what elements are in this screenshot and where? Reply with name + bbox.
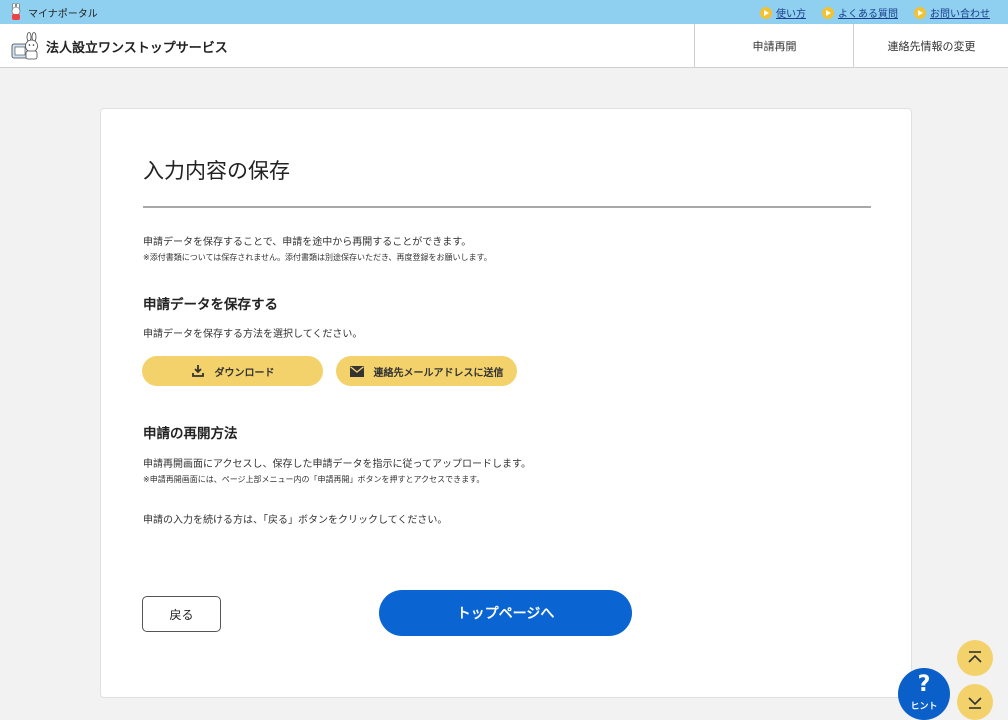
portal-link[interactable]: マイナポータル [8,3,98,21]
portal-mascot-icon [11,3,21,20]
resume-heading: 申請の再開方法 [143,426,238,442]
continue-text: 申請の入力を続ける方は、「戻る」ボタンをクリックしてください。 [143,515,448,526]
utility-links: 使い方 よくある質問 お問い合わせ [760,5,990,20]
send-email-button[interactable]: 連絡先メールアドレスに送信 [336,356,517,386]
intro-note: ※添付書類については保存されません。添付書類は別途保存いただき、再度登録をお願い… [143,253,492,262]
download-icon [191,365,204,377]
link-faq[interactable]: よくある質問 [822,5,898,20]
save-heading: 申請データを保存する [143,297,278,313]
brand-home-link[interactable]: 法人設立ワンストップサービス [10,32,228,60]
brand-mascot-icon [11,32,38,60]
intro-text: 申請データを保存することで、申請を途中から再開することができます。 [143,237,472,248]
play-bullet-icon [914,6,926,19]
portal-name: マイナポータル [28,8,98,20]
download-button[interactable]: ダウンロード [142,356,323,386]
top-page-button[interactable]: トップページへ [379,590,632,636]
nav-change-contact[interactable]: 連絡先情報の変更 [853,24,1008,67]
send-email-label: 連絡先メールアドレスに送信 [373,367,504,379]
content-card: 入力内容の保存 申請データを保存することで、申請を途中から再開することができます… [100,108,912,698]
site-header: 法人設立ワンストップサービス 申請再開 連絡先情報の変更 [0,24,1008,68]
site-title: 法人設立ワンストップサービス [46,40,228,56]
scroll-to-bottom-button[interactable] [957,684,993,720]
hint-label: ヒント [910,702,938,712]
question-icon: ? [917,672,931,697]
scroll-top-icon [968,651,982,663]
link-contact[interactable]: お問い合わせ [914,5,990,20]
top-strip: マイナポータル 使い方 よくある質問 お問い合わせ [0,0,1008,24]
play-bullet-icon [822,6,834,19]
resume-description: 申請再開画面にアクセスし、保存した申請データを指示に従ってアップロードします。 [143,459,531,470]
resume-note: ※申請再開画面には、ページ上部メニュー内の「申請再開」ボタンを押すとアクセスでき… [143,475,485,484]
link-usage[interactable]: 使い方 [760,5,806,20]
scroll-bottom-icon [968,697,982,709]
page-title: 入力内容の保存 [143,159,290,183]
back-button[interactable]: 戻る [142,596,221,632]
mail-icon [349,365,364,377]
save-description: 申請データを保存する方法を選択してください。 [143,329,363,340]
hint-button[interactable]: ? ヒント [898,668,950,720]
nav-resume-application[interactable]: 申請再開 [694,24,854,67]
title-divider [143,206,871,208]
play-bullet-icon [760,6,772,19]
scroll-to-top-button[interactable] [957,640,993,676]
download-label: ダウンロード [214,367,275,379]
